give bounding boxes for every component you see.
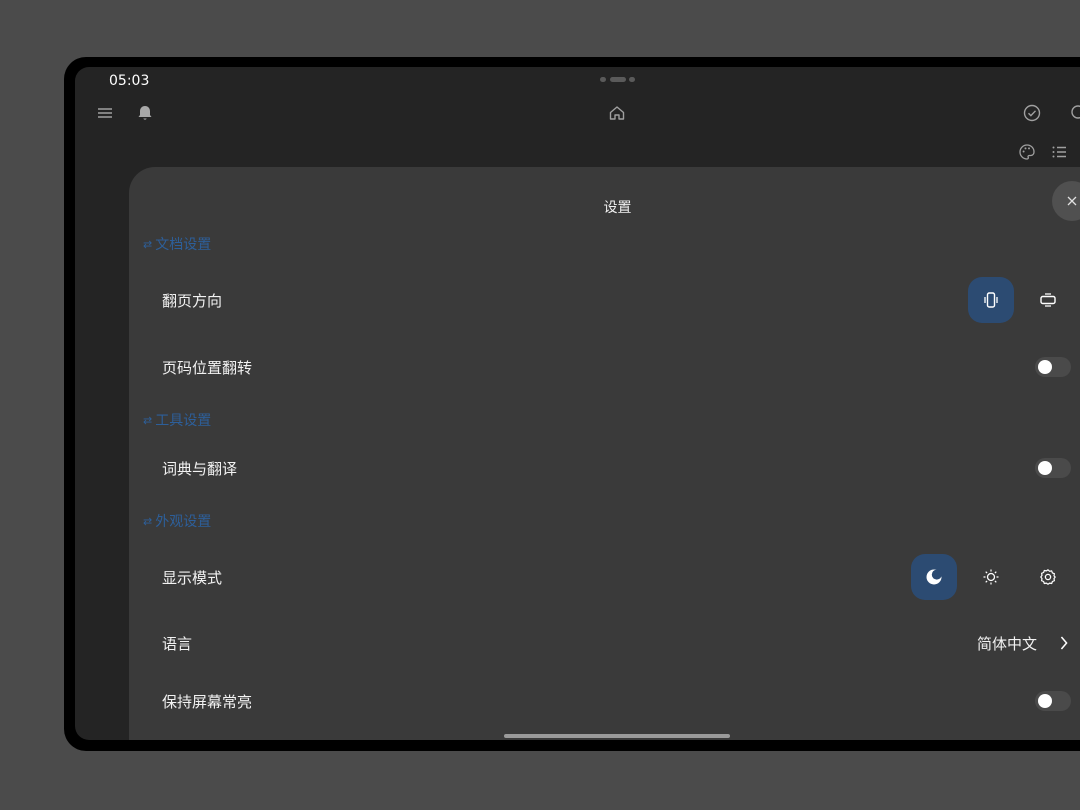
dark-mode-button[interactable] [911,554,957,600]
language-label: 语言 [162,635,193,653]
palette-icon[interactable] [1015,140,1039,164]
display-mode-label: 显示模式 [162,569,223,587]
check-circle-icon[interactable] [1020,101,1044,125]
dictionary-toggle[interactable] [1035,458,1071,478]
section-appearance-settings: ⇄ 外观设置 [143,511,211,531]
language-value[interactable]: 简体中文 [977,633,1037,654]
list-icon[interactable] [1047,140,1071,164]
close-icon [1067,196,1077,206]
swap-icon: ⇄ [143,237,153,251]
moon-icon [926,569,942,585]
gear-icon [1040,569,1056,585]
system-mode-button[interactable] [1025,554,1071,600]
page-direction-label: 翻页方向 [162,292,223,310]
settings-title: 设置 [603,200,632,216]
section-title: 文档设置 [155,237,212,253]
search-icon[interactable] [1067,101,1080,125]
section-title: 工具设置 [155,413,212,429]
chevron-right-icon[interactable] [1057,634,1071,652]
keep-screen-on-label: 保持屏幕常亮 [162,693,253,711]
menu-icon[interactable] [93,101,117,125]
swap-icon: ⇄ [143,514,153,528]
home-indicator[interactable] [504,734,730,738]
keep-screen-on-toggle[interactable] [1035,691,1071,711]
horizontal-paging-button[interactable] [1025,277,1071,323]
tablet-screen: 05:03 设置 ⇄ 文档设置 翻页方向 页码位置翻转 ⇄ 工具设置 词典与翻译… [75,67,1080,740]
bell-icon[interactable] [133,101,157,125]
section-title: 外观设置 [155,514,212,530]
page-number-flip-label: 页码位置翻转 [162,359,253,377]
sun-icon [983,569,999,585]
light-mode-button[interactable] [968,554,1014,600]
phone-horizontal-icon [1040,293,1056,307]
dictionary-label: 词典与翻译 [162,460,238,478]
section-tool-settings: ⇄ 工具设置 [143,410,211,430]
swap-icon: ⇄ [143,413,153,427]
section-document-settings: ⇄ 文档设置 [143,234,211,254]
vertical-paging-button[interactable] [968,277,1014,323]
home-icon[interactable] [605,101,629,125]
settings-sheet: 设置 ⇄ 文档设置 翻页方向 页码位置翻转 ⇄ 工具设置 词典与翻译 ⇄ 外观设… [129,167,1080,740]
status-bar-time: 05:03 [109,73,150,89]
phone-vertical-icon [984,292,998,308]
page-number-flip-toggle[interactable] [1035,357,1071,377]
